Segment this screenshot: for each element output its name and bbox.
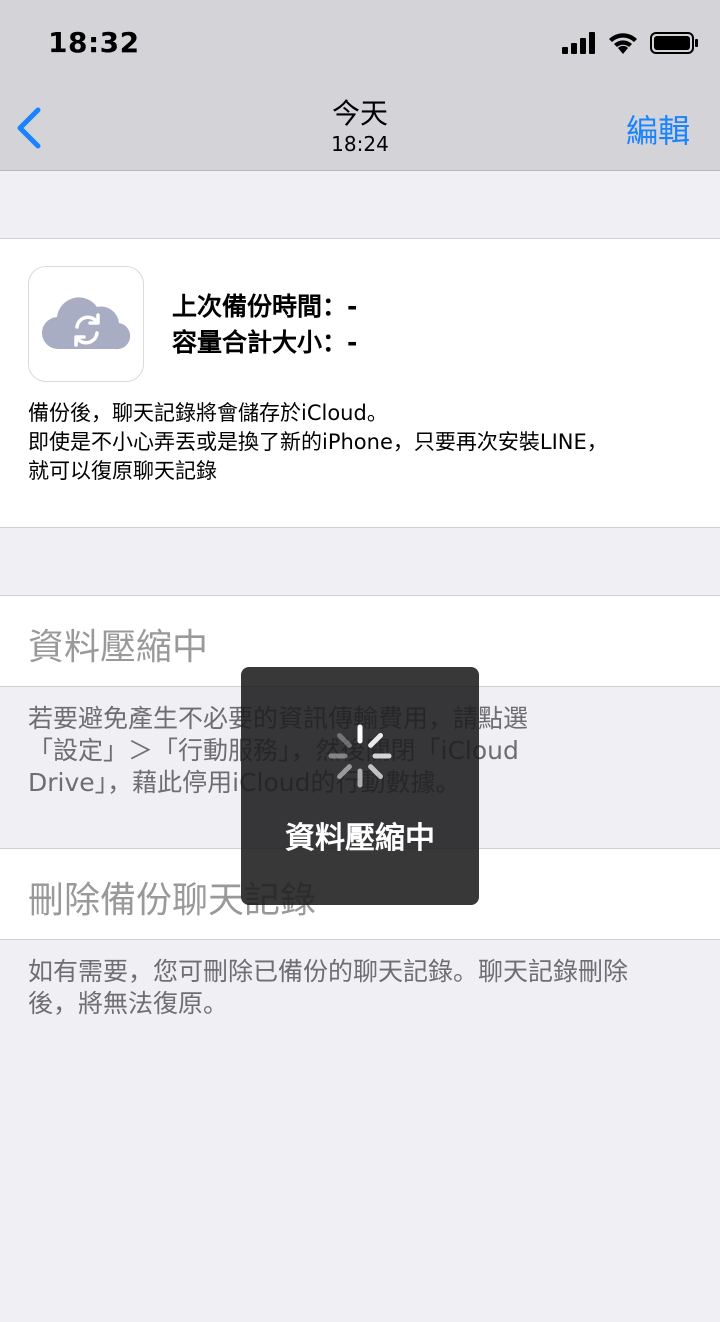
spinner-icon [328, 724, 392, 788]
backup-description: 備份後，聊天記錄將會儲存於iCloud。 即使是不小心弄丟或是換了新的iPhon… [28, 399, 698, 486]
loading-text: 資料壓縮中 [285, 821, 435, 856]
delete-note-line: 後，將無法復原。 [28, 989, 229, 1018]
nav-title: 今天 [331, 97, 388, 130]
status-time: 18:32 [48, 26, 140, 59]
backup-desc-line: 就可以復原聊天記錄 [28, 459, 217, 483]
status-icons [562, 32, 698, 54]
edit-button[interactable]: 編輯 [626, 106, 690, 152]
navigation-bar: 今天 18:24 編輯 [0, 88, 720, 171]
backup-info-card: 上次備份時間：- 容量合計大小：- 備份後，聊天記錄將會儲存於iCloud。 即… [0, 238, 720, 528]
wifi-icon [609, 33, 637, 54]
status-bar: 18:32 [0, 0, 720, 88]
battery-icon [650, 32, 698, 54]
cellular-signal-icon [562, 32, 595, 54]
loading-overlay: 資料壓縮中 [241, 667, 479, 905]
delete-note: 如有需要，您可刪除已備份的聊天記錄。聊天記錄刪除 後，將無法復原。 [28, 956, 698, 1020]
backup-desc-line: 備份後，聊天記錄將會儲存於iCloud。 [28, 401, 388, 425]
icloud-backup-icon [28, 266, 144, 382]
backup-desc-line: 即使是不小心弄丟或是換了新的iPhone，只要再次安裝LINE， [28, 430, 608, 454]
compress-title: 資料壓縮中 [28, 627, 209, 668]
delete-note-line: 如有需要，您可刪除已備份的聊天記錄。聊天記錄刪除 [28, 957, 629, 986]
total-size: 容量合計大小：- [172, 328, 358, 357]
last-backup-time: 上次備份時間：- [172, 292, 358, 321]
nav-subtitle: 18:24 [331, 132, 389, 156]
